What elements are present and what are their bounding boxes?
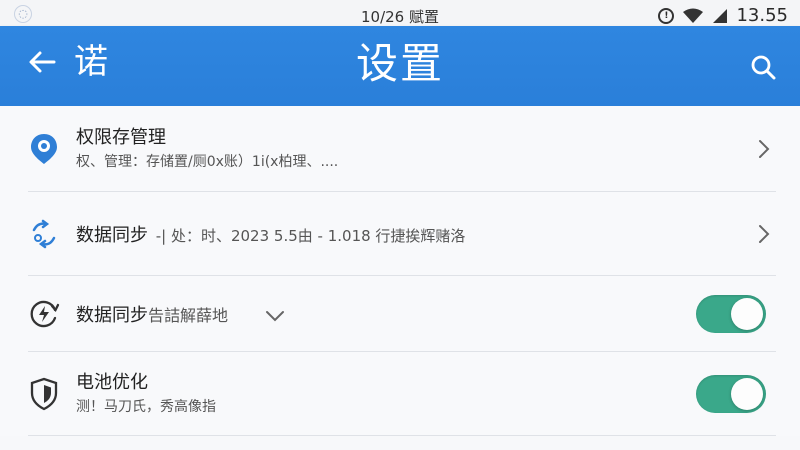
status-bar-indicators: ! 13.55 bbox=[658, 5, 788, 26]
settings-item-text: 权限存管理 权、管理：存储置/厕0x账）1i(x柏理、.... bbox=[76, 126, 680, 172]
settings-item-title: 数据同步 bbox=[76, 305, 148, 326]
divider bbox=[28, 435, 776, 436]
battery-optimization-toggle[interactable] bbox=[696, 375, 766, 413]
chevron-right-icon bbox=[759, 140, 770, 158]
settings-item-title-line: 数据同步告詰解薛地 bbox=[76, 301, 680, 327]
shield-icon bbox=[26, 376, 62, 412]
settings-item-title: 电池优化 bbox=[76, 372, 148, 393]
settings-list: 权限存管理 权、管理：存储置/厕0x账）1i(x柏理、.... 数据同步 -| … bbox=[0, 106, 800, 436]
vibrate-icon: ! bbox=[658, 7, 675, 24]
settings-screen: ◌ 10/26 赋置 ! 13.55 诺 设置 权限存管理 权、管理：存储置/厕… bbox=[0, 0, 800, 450]
settings-item-data-sync-toggle[interactable]: 数据同步告詰解薛地 bbox=[0, 276, 800, 352]
wifi-icon bbox=[683, 8, 704, 23]
settings-item-meta: 告詰解薛地 bbox=[148, 306, 229, 325]
settings-item-data-sync[interactable]: 数据同步 -| 处：时、2023 5.5由 - 1.018 行捷挨辉赌洛 bbox=[0, 192, 800, 276]
settings-item-storage-permission[interactable]: 权限存管理 权、管理：存储置/厕0x账）1i(x柏理、.... bbox=[0, 106, 800, 192]
search-icon bbox=[751, 55, 776, 80]
toggle-knob bbox=[731, 378, 763, 410]
settings-item-title-line: 数据同步 -| 处：时、2023 5.5由 - 1.018 行捷挨辉赌洛 bbox=[76, 221, 680, 247]
settings-item-subtitle: 测！马刀氏，秀高像指 bbox=[76, 399, 216, 415]
app-bar: 诺 设置 bbox=[0, 26, 800, 106]
sync-arrows-icon bbox=[26, 216, 62, 252]
settings-item-title: 权限存管理 bbox=[76, 127, 166, 148]
location-pin-icon bbox=[26, 131, 62, 167]
settings-item-text: 电池优化 测！马刀氏，秀高像指 bbox=[76, 371, 680, 417]
toggle-knob bbox=[731, 298, 763, 330]
chevron-right-icon bbox=[759, 225, 770, 243]
settings-item-battery-optimization[interactable]: 电池优化 测！马刀氏，秀高像指 bbox=[0, 352, 800, 436]
data-sync-toggle[interactable] bbox=[696, 295, 766, 333]
sync-lightning-icon bbox=[26, 296, 62, 332]
settings-item-text: 数据同步告詰解薛地 bbox=[76, 301, 680, 327]
settings-item-title: 数据同步 bbox=[76, 225, 148, 246]
chevron-down-icon[interactable] bbox=[264, 308, 286, 324]
settings-item-meta: -| 处：时、2023 5.5由 - 1.018 行捷挨辉赌洛 bbox=[155, 227, 466, 245]
status-bar-time: 13.55 bbox=[736, 5, 788, 26]
settings-item-subtitle: 权、管理：存储置/厕0x账）1i(x柏理、.... bbox=[76, 154, 339, 170]
settings-item-text: 数据同步 -| 处：时、2023 5.5由 - 1.018 行捷挨辉赌洛 bbox=[76, 221, 680, 247]
search-button[interactable] bbox=[746, 50, 780, 84]
page-title: 设置 bbox=[355, 39, 444, 88]
signal-icon bbox=[713, 8, 728, 23]
